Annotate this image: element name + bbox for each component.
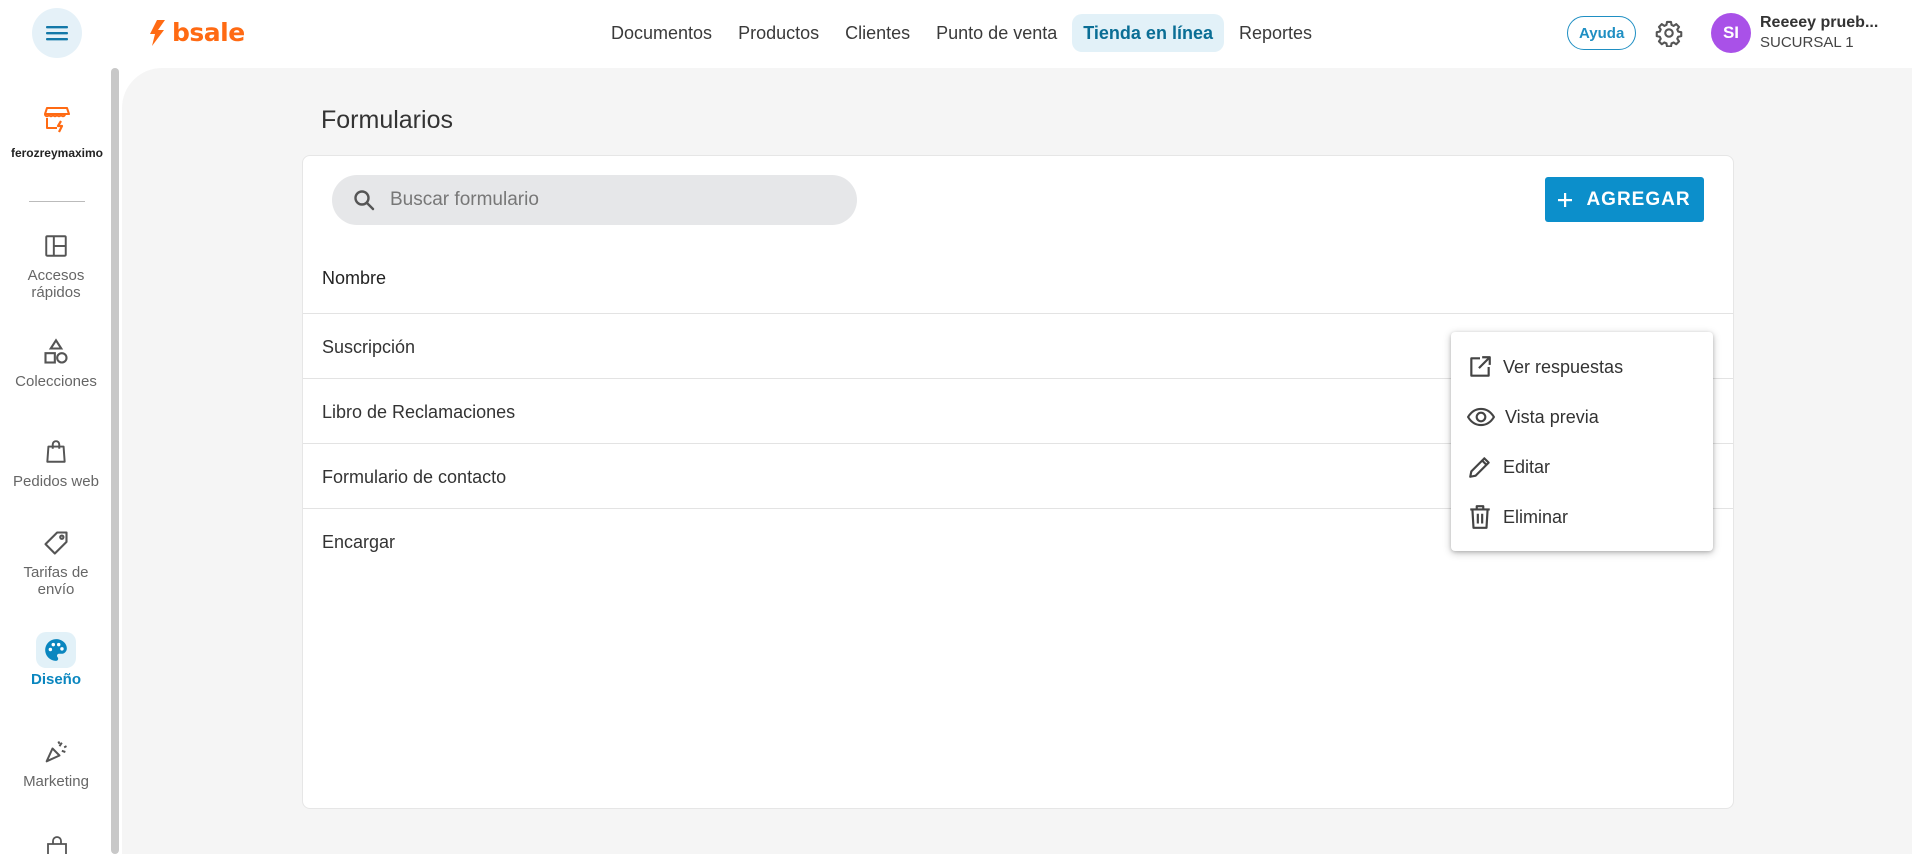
sidebar-item-label: Accesos rápidos <box>27 267 85 301</box>
menu-item-label: Ver respuestas <box>1503 356 1624 377</box>
sidebar-item-diseno[interactable]: Diseño <box>0 632 112 688</box>
table-row[interactable]: Formulario de contacto <box>322 467 506 488</box>
table-row[interactable]: Encargar <box>322 532 395 553</box>
nav-reportes[interactable]: Reportes <box>1228 14 1323 52</box>
nav-documentos[interactable]: Documentos <box>600 14 723 52</box>
open-external-icon <box>1470 356 1491 377</box>
megaphone-icon <box>45 741 67 763</box>
trash-icon <box>1470 505 1490 529</box>
user-name[interactable]: Reeeey prueb... <box>1760 14 1878 32</box>
menu-item-label: Vista previa <box>1505 406 1599 427</box>
sidebar-item-label: Marketing <box>23 773 89 790</box>
row-actions-menu: Ver respuestas Vista previa Editar Elimi… <box>1451 332 1713 551</box>
menu-item-label: Eliminar <box>1503 506 1569 527</box>
sidebar-item-accesos-rapidos[interactable]: Accesos rápidos <box>0 228 112 301</box>
table-row[interactable]: Suscripción <box>322 337 415 358</box>
column-header-nombre[interactable]: Nombre <box>322 268 386 289</box>
nav-productos[interactable]: Productos <box>727 14 830 52</box>
search-bar[interactable] <box>332 175 857 225</box>
menu-item-label: Editar <box>1503 456 1551 477</box>
sidebar-item-label: Tarifas de envío <box>23 564 89 598</box>
dashboard-icon <box>45 235 67 257</box>
store-name: ferozreymaximo <box>10 146 104 160</box>
nav-tienda-en-linea[interactable]: Tienda en línea <box>1072 14 1224 52</box>
sidebar-item-partial-icon <box>44 836 70 854</box>
menu-item-ver-respuestas[interactable]: Ver respuestas <box>1467 352 1623 382</box>
search-input[interactable] <box>390 189 810 211</box>
bsale-logo-icon <box>150 19 165 46</box>
add-form-button[interactable]: AGREGAR <box>1545 177 1704 222</box>
logo-text: bsale <box>172 18 245 47</box>
plus-icon <box>1558 192 1573 207</box>
hamburger-menu-button[interactable] <box>32 8 82 58</box>
bag-icon <box>46 440 66 463</box>
gear-icon <box>1655 20 1683 48</box>
menu-item-eliminar[interactable]: Eliminar <box>1467 502 1568 532</box>
add-button-label: AGREGAR <box>1586 188 1691 210</box>
nav-punto-de-venta[interactable]: Punto de venta <box>925 14 1068 52</box>
bsale-logo[interactable]: bsale <box>148 18 245 47</box>
sidebar-item-label: Diseño <box>30 671 81 688</box>
user-avatar[interactable]: SI <box>1711 13 1751 53</box>
shapes-icon <box>44 338 68 364</box>
sidebar-item-marketing[interactable]: Marketing <box>0 734 112 790</box>
top-bar: bsale Documentos Productos Clientes Punt… <box>0 0 1912 66</box>
main-navigation: Documentos Productos Clientes Punto de v… <box>600 14 1323 52</box>
tag-icon <box>44 531 68 555</box>
sidebar-divider <box>29 201 85 202</box>
menu-item-editar[interactable]: Editar <box>1467 452 1550 482</box>
eye-icon <box>1467 407 1495 427</box>
sidebar-item-tarifas-de-envio[interactable]: Tarifas de envío <box>0 525 112 598</box>
nav-clientes[interactable]: Clientes <box>834 14 921 52</box>
sidebar-item-label: Colecciones <box>15 373 97 390</box>
menu-item-vista-previa[interactable]: Vista previa <box>1467 402 1599 432</box>
help-button[interactable]: Ayuda <box>1567 16 1637 50</box>
sidebar-scrollbar[interactable] <box>111 68 119 854</box>
palette-icon <box>45 639 67 661</box>
hamburger-icon <box>46 26 68 41</box>
sidebar-item-pedidos-web[interactable]: Pedidos web <box>0 434 112 490</box>
sidebar-item-label: Pedidos web <box>13 473 99 490</box>
table-row[interactable]: Libro de Reclamaciones <box>322 402 515 423</box>
user-branch: SUCURSAL 1 <box>1760 34 1854 51</box>
pencil-icon <box>1469 457 1490 478</box>
store-icon[interactable] <box>44 105 70 140</box>
page-title: Formularios <box>321 106 453 134</box>
table-divider <box>303 313 1733 314</box>
search-icon <box>352 188 376 212</box>
settings-button[interactable] <box>1655 19 1683 52</box>
sidebar-item-colecciones[interactable]: Colecciones <box>0 334 112 390</box>
